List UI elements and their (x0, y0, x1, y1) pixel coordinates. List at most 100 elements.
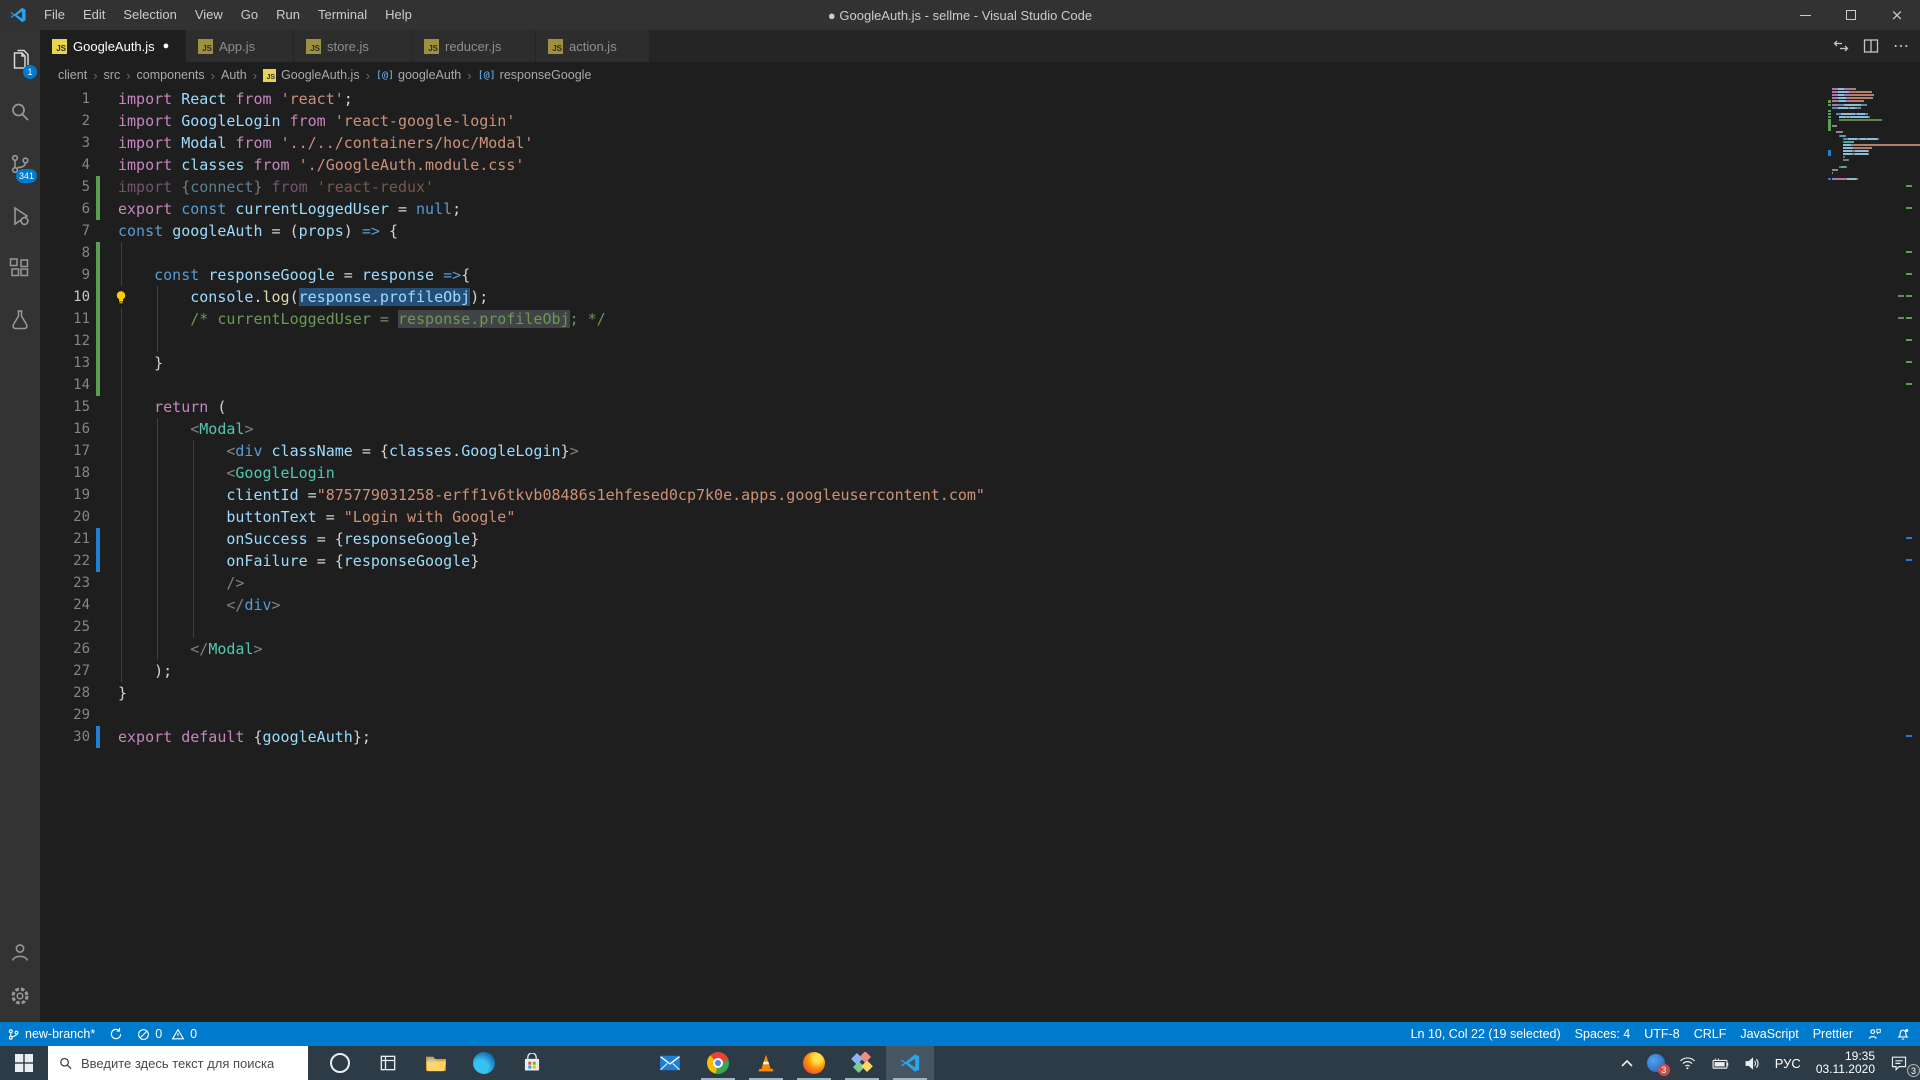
file-explorer-button[interactable] (412, 1046, 460, 1080)
split-editor-icon[interactable] (1863, 38, 1879, 54)
tab-reducer-js[interactable]: JS reducer.js (412, 30, 536, 62)
taskbar-search-input[interactable]: Введите здесь текст для поиска (48, 1046, 308, 1080)
cortana-button[interactable] (316, 1046, 364, 1080)
tab-action-js[interactable]: JS action.js (536, 30, 650, 62)
code-token: response (361, 266, 444, 284)
menu-item-selection[interactable]: Selection (114, 0, 185, 30)
menu-item-edit[interactable]: Edit (74, 0, 114, 30)
microsoft-store-button[interactable] (508, 1046, 556, 1080)
modified-dot-icon[interactable]: ● (163, 40, 170, 52)
code-line: 10 console.log(response.profileObj); (40, 286, 1740, 308)
code-line: 25 (40, 616, 1740, 638)
minimap-code-mark (1855, 146, 1873, 149)
clock[interactable]: 19:35 03.11.2020 (1808, 1050, 1883, 1076)
problems-status[interactable]: 0 0 (130, 1022, 204, 1046)
cortana-icon (330, 1053, 350, 1073)
mail-button[interactable] (646, 1046, 694, 1080)
code-token: GoogleLogin (235, 464, 335, 482)
breadcrumb-item-responsegoogle[interactable]: [@] responseGoogle (478, 68, 592, 82)
language-mode[interactable]: JavaScript (1733, 1022, 1805, 1046)
code-text: <Modal> (118, 418, 253, 440)
edge-button[interactable] (460, 1046, 508, 1080)
settings-button[interactable] (0, 974, 40, 1018)
tray-expand-button[interactable] (1614, 1046, 1640, 1080)
maximize-button[interactable] (1828, 0, 1874, 30)
code-editor[interactable]: 1 import React from 'react'; 2 import Googl… (40, 88, 1920, 1022)
minimize-button[interactable] (1782, 0, 1828, 30)
line-number: 10 (73, 289, 90, 305)
line-number: 5 (81, 179, 90, 195)
close-button[interactable]: × (1874, 0, 1920, 30)
gutter-change-indicator (96, 528, 100, 550)
breadcrumb-item-src[interactable]: src (104, 68, 121, 82)
git-client-button[interactable] (838, 1046, 886, 1080)
minimap-code-mark (1867, 150, 1869, 152)
menu-item-help[interactable]: Help (376, 0, 421, 30)
open-changes-icon[interactable] (1833, 38, 1849, 54)
close-icon: × (1890, 5, 1904, 24)
code-line: 27 ); (40, 660, 1740, 682)
formatter[interactable]: Prettier (1806, 1022, 1860, 1046)
tray-app-button[interactable]: 3 (1640, 1046, 1672, 1080)
menu-item-file[interactable]: File (35, 0, 74, 30)
git-branch-status[interactable]: new-branch* (0, 1022, 102, 1046)
menu-item-go[interactable]: Go (232, 0, 267, 30)
overview-ruler[interactable] (1896, 88, 1920, 1022)
notifications-button[interactable] (1889, 1022, 1920, 1046)
minimap-code-mark (1866, 112, 1868, 115)
tab-store-js[interactable]: JS store.js (294, 30, 412, 62)
breadcrumb-item-client[interactable]: client (58, 68, 87, 82)
code-line: 13 } (40, 352, 1740, 374)
accounts-button[interactable] (0, 930, 40, 974)
more-actions-icon[interactable]: ⋯ (1893, 36, 1910, 56)
sidebar-item-explorer[interactable]: 1 (0, 38, 40, 82)
firefox-button[interactable] (790, 1046, 838, 1080)
sync-changes-button[interactable] (102, 1022, 130, 1046)
line-number: 8 (81, 245, 90, 261)
vscode-taskbar-button[interactable] (886, 1046, 934, 1080)
vlc-icon (758, 1054, 774, 1072)
chrome-button[interactable] (694, 1046, 742, 1080)
code-text: onFailure = {responseGoogle} (118, 550, 479, 572)
code-line: 3 import Modal from '../../containers/hoc… (40, 132, 1740, 154)
sidebar-item-testing[interactable] (0, 298, 40, 342)
code-line: 23 /> (40, 572, 1740, 594)
language-indicator[interactable]: РУС (1768, 1046, 1808, 1080)
action-center-button[interactable]: 3 (1883, 1046, 1920, 1080)
minimap-code-mark (1844, 134, 1846, 137)
line-number: 25 (73, 619, 90, 635)
sidebar-item-run-debug[interactable] (0, 194, 40, 238)
menu-item-run[interactable]: Run (267, 0, 309, 30)
start-button[interactable] (0, 1046, 48, 1080)
eol-sequence[interactable]: CRLF (1687, 1022, 1734, 1046)
indentation[interactable]: Spaces: 4 (1568, 1022, 1638, 1046)
chevron-up-icon (1621, 1059, 1633, 1067)
menu-item-view[interactable]: View (186, 0, 232, 30)
sidebar-item-source-control[interactable]: 341 (0, 142, 40, 186)
feedback-button[interactable] (1860, 1022, 1889, 1046)
network-button[interactable] (1672, 1046, 1703, 1080)
code-token: console (190, 288, 254, 306)
breadcrumb-item-googleauth[interactable]: [@] googleAuth (376, 68, 461, 82)
vlc-button[interactable] (742, 1046, 790, 1080)
status-bar: new-branch* 0 0 Ln 10, Col 22 (19 select… (0, 1022, 1920, 1046)
indent-guide (157, 330, 159, 352)
minimap-code-mark (1843, 153, 1853, 156)
code-token: </ (226, 596, 245, 614)
tab-app-js[interactable]: JS App.js (186, 30, 294, 62)
code-line: 30 export default {googleAuth}; (40, 726, 1740, 748)
tab-googleauth-js[interactable]: JS GoogleAuth.js ● (40, 30, 186, 62)
windows-taskbar: Введите здесь текст для поиска 3 РУС 19:… (0, 1046, 1920, 1080)
sidebar-item-search[interactable] (0, 90, 40, 134)
feedback-icon (1868, 1028, 1881, 1039)
breadcrumb-item-googleauth.js[interactable]: JS GoogleAuth.js (263, 68, 360, 82)
encoding[interactable]: UTF-8 (1637, 1022, 1686, 1046)
volume-button[interactable] (1737, 1046, 1768, 1080)
cursor-position[interactable]: Ln 10, Col 22 (19 selected) (1404, 1022, 1568, 1046)
task-view-button[interactable] (364, 1046, 412, 1080)
menu-item-terminal[interactable]: Terminal (309, 0, 376, 30)
battery-button[interactable] (1703, 1046, 1737, 1080)
sidebar-item-extensions[interactable] (0, 246, 40, 290)
breadcrumb-item-auth[interactable]: Auth (221, 68, 247, 82)
breadcrumb-item-components[interactable]: components (137, 68, 205, 82)
